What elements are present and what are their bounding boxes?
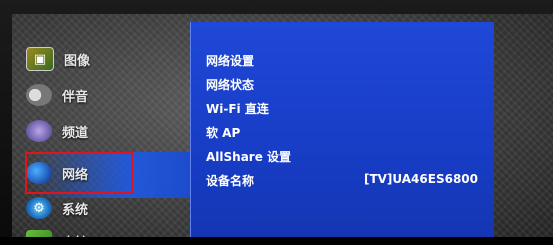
channel-icon: [26, 120, 52, 142]
submenu-item-device-name[interactable]: 设备名称: [206, 172, 254, 189]
bezel-bottom-edge: [0, 237, 553, 245]
submenu-item-soft-ap[interactable]: 软 AP: [206, 124, 240, 141]
system-gear-icon: ⚙: [26, 197, 52, 219]
device-name-value: [TV]UA46ES6800: [363, 172, 478, 186]
menu-item-channel[interactable]: 频道: [26, 118, 186, 144]
submenu-item-wifi-direct[interactable]: Wi-Fi 直连: [206, 100, 269, 117]
menu-item-label: 系统: [62, 202, 89, 218]
tv-screen: ▣ 图像 伴音 频道 网络 ⚙ 系统 支持: [12, 14, 553, 245]
selection-frame: [25, 152, 133, 194]
picture-icon: ▣: [26, 47, 54, 71]
menu-item-label: 频道: [62, 125, 89, 141]
main-menu: ▣ 图像 伴音 频道 网络 ⚙ 系统 支持: [12, 14, 210, 245]
menu-item-picture[interactable]: ▣ 图像: [26, 46, 186, 72]
menu-item-system[interactable]: ⚙ 系统: [26, 195, 186, 221]
network-submenu: 网络设置 网络状态 Wi-Fi 直连 软 AP AllShare 设置 设备名称…: [190, 22, 494, 245]
menu-item-label: 图像: [64, 53, 91, 69]
menu-item-label: 伴音: [62, 89, 89, 105]
submenu-item-network-settings[interactable]: 网络设置: [206, 52, 254, 69]
sound-icon: [26, 84, 52, 106]
tv-bezel: ▣ 图像 伴音 频道 网络 ⚙ 系统 支持: [0, 0, 553, 245]
menu-item-sound[interactable]: 伴音: [26, 82, 186, 108]
submenu-item-network-status[interactable]: 网络状态: [206, 76, 254, 93]
submenu-item-allshare-settings[interactable]: AllShare 设置: [206, 148, 291, 165]
